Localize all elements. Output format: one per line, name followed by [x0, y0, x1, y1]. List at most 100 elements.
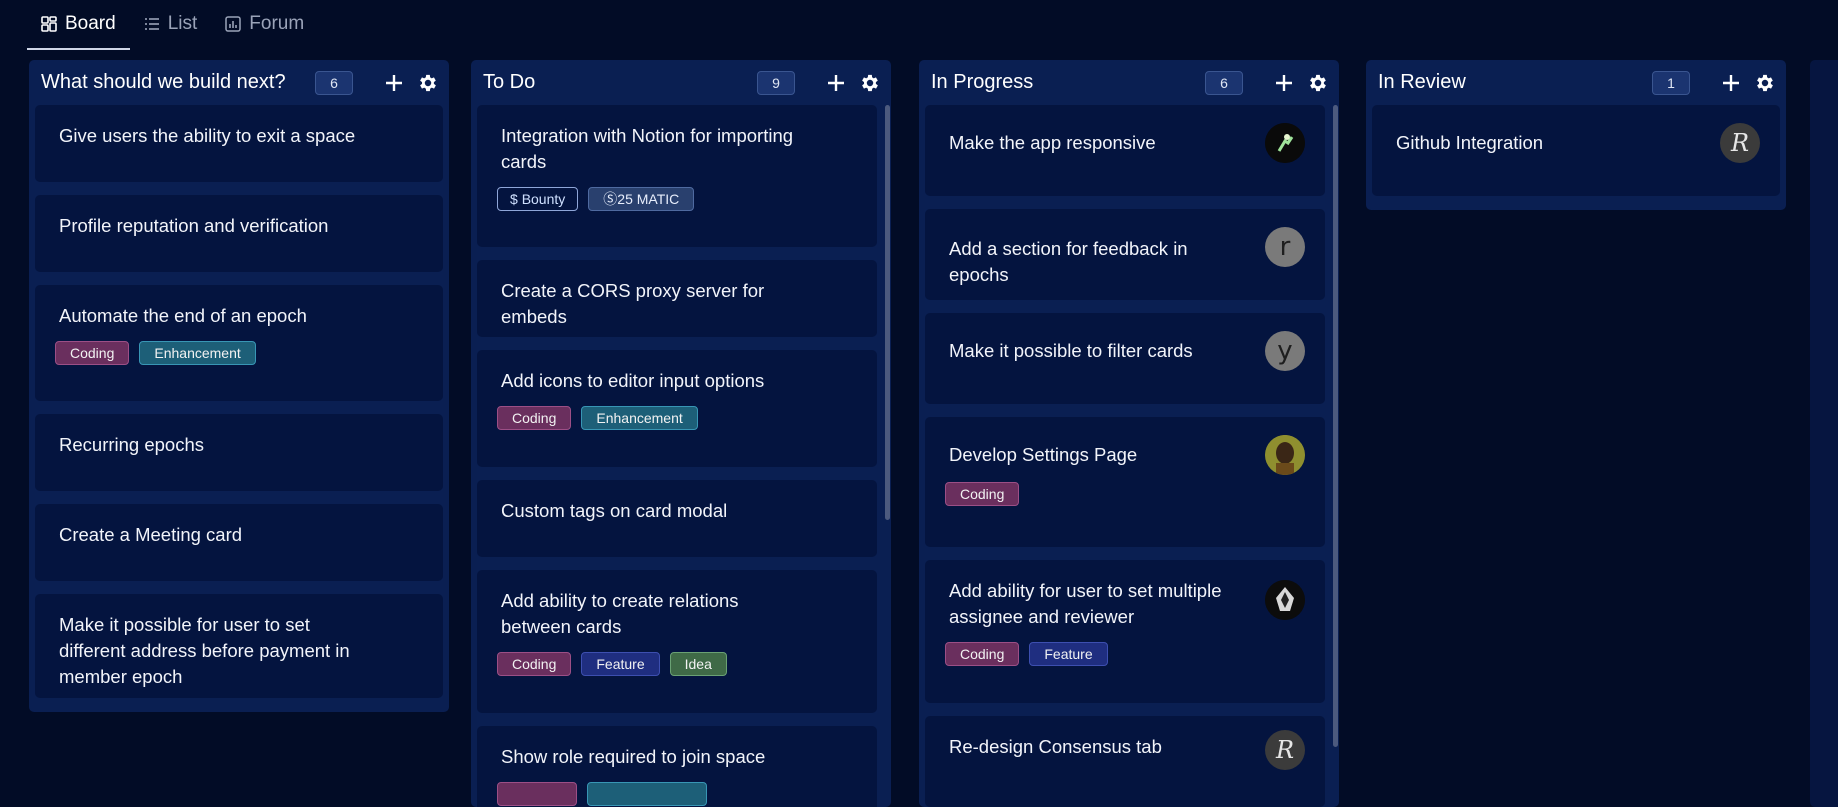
plus-icon [386, 74, 402, 91]
card[interactable]: Show role required to join space [477, 726, 877, 807]
card[interactable]: Profile reputation and verification [35, 195, 443, 272]
card-title: Develop Settings Page [949, 444, 1138, 465]
tab-forum[interactable]: Forum [211, 0, 318, 48]
card-tags: Coding Feature Idea [497, 652, 857, 676]
card[interactable]: Re-design Consensus tab R [925, 716, 1325, 807]
avatar [1265, 580, 1305, 620]
card-title: Add ability to create relations between … [501, 590, 739, 637]
card-title: Automate the end of an epoch [59, 305, 307, 326]
column-title: In Review [1378, 71, 1466, 93]
card[interactable]: Add ability for user to set multiple ass… [925, 560, 1325, 703]
card-tags [497, 782, 857, 806]
tab-list[interactable]: List [130, 0, 212, 48]
gear-icon [862, 74, 878, 91]
column-settings-button[interactable] [417, 72, 439, 94]
card-title: Add icons to editor input options [501, 370, 765, 391]
column-title: To Do [483, 71, 536, 93]
card-title: Recurring epochs [59, 434, 204, 455]
card[interactable]: Develop Settings Page Coding [925, 417, 1325, 547]
plus-icon [1276, 74, 1292, 91]
add-card-button[interactable] [825, 72, 847, 94]
reward-amount: 25 MATIC [617, 191, 680, 207]
card[interactable]: Automate the end of an epoch Coding Enha… [35, 285, 443, 401]
avatar [1265, 435, 1305, 475]
card[interactable]: Add ability to create relations between … [477, 570, 877, 713]
column-title: What should we build next? [41, 71, 286, 93]
avatar: R [1720, 123, 1760, 163]
card-tags: Coding Enhancement [55, 341, 423, 365]
tag-coding: Coding [55, 341, 130, 365]
view-tabs: Board List Forum [27, 0, 318, 52]
card-count-badge: 1 [1652, 70, 1690, 95]
card[interactable]: Give users the ability to exit a space [35, 105, 443, 182]
gear-icon [1310, 74, 1326, 91]
card-tags: Coding [945, 482, 1305, 506]
column-header: What should we build next? 6 [29, 60, 449, 105]
column-settings-button[interactable] [1307, 72, 1329, 94]
column-header: In Progress 6 [919, 60, 1339, 105]
column-cards: Github Integration R [1366, 105, 1786, 209]
card[interactable]: Add icons to editor input options Coding… [477, 350, 877, 467]
avatar: r [1265, 227, 1305, 267]
card[interactable]: Add a section for feedback in epochs r [925, 209, 1325, 300]
card-title: Create a CORS proxy server for embeds [501, 280, 765, 327]
card-title: Re-design Consensus tab [949, 736, 1162, 757]
column-settings-button[interactable] [1754, 72, 1776, 94]
card[interactable]: Create a Meeting card [35, 504, 443, 581]
card-title: Integration with Notion for importing ca… [501, 125, 794, 172]
scrollbar[interactable] [1333, 105, 1338, 747]
list-icon [144, 18, 159, 30]
card[interactable]: Recurring epochs [35, 414, 443, 491]
add-card-button[interactable] [1720, 72, 1742, 94]
card-title: Make it possible for user to set differe… [59, 614, 350, 687]
card-tags: Coding Feature [945, 642, 1305, 666]
card[interactable]: Create a CORS proxy server for embeds [477, 260, 877, 337]
card[interactable]: Make it possible for user to set differe… [35, 594, 443, 698]
column-what-should-we-build-next: What should we build next? 6 Give users … [29, 60, 449, 712]
column-next-partial [1810, 60, 1838, 807]
reward-tag: Ⓢ25 MATIC [588, 187, 695, 211]
column-in-progress: In Progress 6 Make the app responsive Ad… [919, 60, 1339, 807]
tag-enhancement [587, 782, 707, 806]
card-title: Create a Meeting card [59, 524, 243, 545]
tag-coding: Coding [945, 482, 1020, 506]
column-in-review: In Review 1 Github Integration R [1366, 60, 1786, 210]
card-tags: $ Bounty Ⓢ25 MATIC [497, 187, 857, 211]
coin-icon: Ⓢ [603, 191, 618, 207]
tag-feature: Feature [581, 652, 660, 676]
card[interactable]: Make it possible to filter cards y [925, 313, 1325, 404]
card-title: Profile reputation and verification [59, 215, 329, 236]
tag-coding: Coding [497, 406, 572, 430]
tab-board[interactable]: Board [27, 0, 130, 50]
column-cards: Give users the ability to exit a space P… [29, 105, 449, 711]
forum-icon [225, 16, 242, 32]
card-tags: Coding Enhancement [497, 406, 857, 430]
gear-icon [1757, 74, 1773, 91]
tag-idea: Idea [669, 652, 727, 676]
card-title: Custom tags on card modal [501, 500, 728, 521]
column-header: In Review 1 [1366, 60, 1786, 105]
tag-coding: Coding [497, 652, 572, 676]
card[interactable]: Integration with Notion for importing ca… [477, 105, 877, 247]
card[interactable]: Make the app responsive [925, 105, 1325, 196]
tag-feature: Feature [1029, 642, 1108, 666]
tab-board-label: Board [65, 13, 116, 34]
card-title: Show role required to join space [501, 746, 766, 767]
column-settings-button[interactable] [859, 72, 881, 94]
card[interactable]: Github Integration R [1372, 105, 1780, 196]
avatar: R [1265, 730, 1305, 770]
add-card-button[interactable] [1273, 72, 1295, 94]
tag-coding [497, 782, 577, 806]
card[interactable]: Custom tags on card modal [477, 480, 877, 557]
avatar: y [1265, 331, 1305, 371]
card-title: Github Integration [1396, 132, 1544, 153]
plus-icon [1723, 74, 1739, 91]
card-count-badge: 6 [315, 70, 353, 95]
tag-enhancement: Enhancement [581, 406, 698, 430]
board-icon [41, 16, 57, 32]
add-card-button[interactable] [383, 72, 405, 94]
column-title: In Progress [931, 71, 1034, 93]
scrollbar[interactable] [885, 105, 890, 520]
tag-coding: Coding [945, 642, 1020, 666]
plus-icon [828, 74, 844, 91]
